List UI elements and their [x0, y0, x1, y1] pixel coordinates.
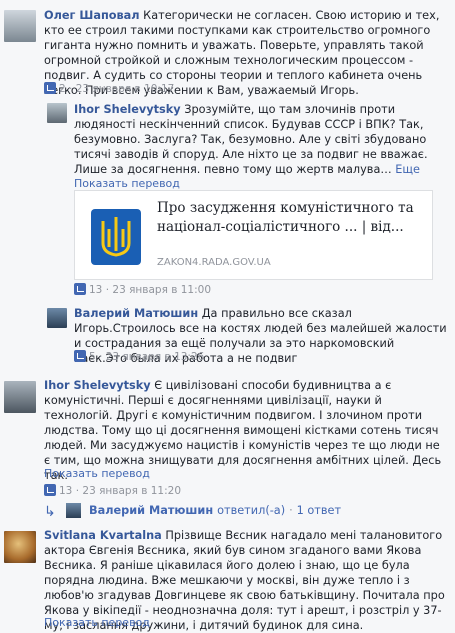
like-icon	[74, 283, 86, 295]
comment-date[interactable]: 23 января в 13:26	[106, 351, 205, 363]
like-count[interactable]: 13	[59, 485, 72, 497]
translate-link[interactable]: Показать перевод	[44, 466, 150, 481]
like-count[interactable]: 5	[89, 351, 96, 363]
comment-date[interactable]: 23 января в 11:20	[82, 485, 181, 497]
comment-meta: 2 · 23 января в 10:17	[44, 82, 174, 97]
comment-date[interactable]: 23 января в 11:00	[112, 284, 211, 296]
like-count[interactable]: 2	[59, 83, 66, 95]
reply-arrow-icon: ↳	[44, 504, 56, 520]
translate-link[interactable]: Показать перевод	[44, 615, 150, 630]
like-icon	[74, 350, 86, 362]
like-icon	[44, 82, 56, 94]
link-preview-card[interactable]: Про засудження комуністичного та націона…	[74, 190, 433, 280]
comment-author[interactable]: Валерий Матюшин	[74, 307, 198, 320]
reply-text: ответил(-а)	[217, 504, 286, 517]
comment-author[interactable]: Ihor Shelevytsky	[74, 103, 181, 116]
like-count[interactable]: 13	[89, 284, 102, 296]
avatar	[66, 503, 81, 518]
comment-author[interactable]: Svitlana Kvartalna	[44, 529, 162, 542]
avatar[interactable]	[4, 381, 36, 413]
avatar[interactable]	[47, 103, 67, 123]
reply-author[interactable]: Валерий Матюшин	[89, 504, 213, 517]
card-title[interactable]: Про засудження комуністичного та націона…	[157, 199, 425, 237]
more-link[interactable]: Еще	[395, 163, 420, 176]
avatar[interactable]	[47, 308, 67, 328]
like-icon	[44, 484, 56, 496]
trident-icon	[83, 203, 149, 269]
comment-author[interactable]: Олег Шаповал	[44, 9, 140, 22]
comment-body: Ihor Shelevytsky Зрозумійте, що там злоч…	[74, 102, 449, 177]
avatar[interactable]	[4, 531, 36, 563]
translate-link[interactable]: Показать перевод	[74, 176, 180, 191]
avatar[interactable]	[4, 10, 36, 42]
reply-count[interactable]: 1 ответ	[297, 504, 341, 517]
card-source: ZAKON4.RADA.GOV.UA	[157, 257, 271, 268]
comment-author[interactable]: Ihor Shelevytsky	[44, 379, 151, 392]
comment-meta: 13 · 23 января в 11:00	[74, 283, 211, 298]
comment-date[interactable]: 23 января в 10:17	[76, 83, 175, 95]
comment-meta: 5 · 23 января в 13:26	[74, 350, 204, 365]
comment-meta: 13 · 23 января в 11:20	[44, 484, 181, 499]
